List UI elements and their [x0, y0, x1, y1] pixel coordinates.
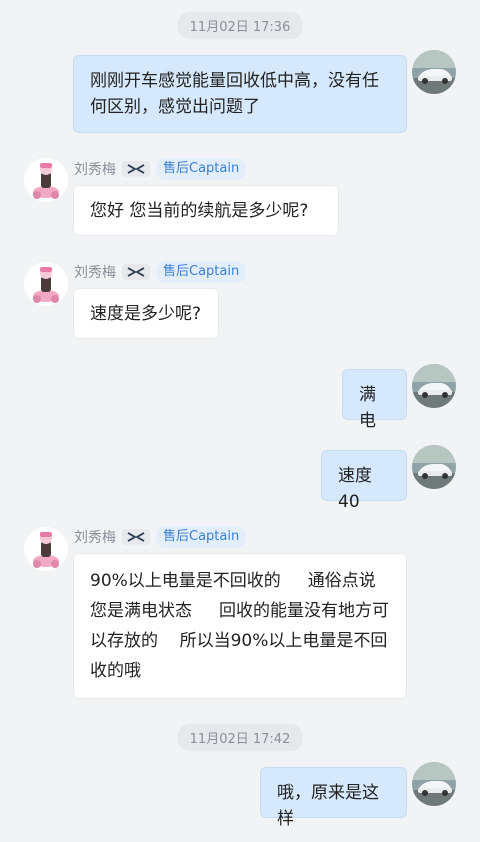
- timestamp: 11月02日 17:42: [177, 724, 303, 751]
- agent-sender-row: 刘秀梅 售后Captain: [74, 526, 247, 548]
- message-text: 您好 您当前的续航是多少呢?: [90, 201, 309, 221]
- agent-avatar[interactable]: [24, 527, 68, 571]
- agent-message-bubble[interactable]: 您好 您当前的续航是多少呢?: [73, 185, 339, 236]
- my-message-bubble[interactable]: 刚刚开车感觉能量回收低中高，没有任何区别，感觉出问题了: [73, 55, 407, 133]
- timestamp: 11月02日 17:36: [177, 12, 303, 39]
- my-message-bubble[interactable]: 哦，原来是这样: [260, 767, 407, 829]
- agent-avatar-icon: [24, 158, 68, 202]
- my-avatar[interactable]: [412, 364, 456, 408]
- x-brand-icon: [127, 532, 145, 542]
- message-text: 速度是多少呢?: [90, 304, 202, 324]
- car-photo-icon: [412, 50, 456, 94]
- brand-badge: [122, 264, 150, 280]
- message-text: 满电: [359, 385, 376, 431]
- agent-name: 刘秀梅: [74, 162, 116, 178]
- my-avatar[interactable]: [412, 762, 456, 806]
- role-badge: 售后Captain: [156, 526, 247, 548]
- agent-message-bubble[interactable]: 速度是多少呢?: [73, 288, 219, 339]
- role-badge: 售后Captain: [156, 158, 247, 180]
- brand-badge: [122, 529, 150, 545]
- x-brand-icon: [127, 267, 145, 277]
- agent-avatar[interactable]: [24, 262, 68, 306]
- agent-name: 刘秀梅: [74, 530, 116, 546]
- my-message-bubble[interactable]: 速度40: [321, 450, 407, 512]
- agent-message-bubble[interactable]: 90%以上电量是不回收的 通俗点说您是满电状态 回收的能量没有地方可以存放的 所…: [73, 553, 407, 699]
- agent-name: 刘秀梅: [74, 265, 116, 281]
- message-text: 刚刚开车感觉能量回收低中高，没有任何区别，感觉出问题了: [90, 71, 379, 117]
- my-avatar[interactable]: [412, 445, 456, 489]
- car-photo-icon: [412, 445, 456, 489]
- agent-sender-row: 刘秀梅 售后Captain: [74, 158, 247, 180]
- message-text: 90%以上电量是不回收的 通俗点说您是满电状态 回收的能量没有地方可以存放的 所…: [90, 571, 390, 681]
- my-message-bubble[interactable]: 满电: [342, 369, 407, 431]
- role-badge: 售后Captain: [156, 261, 247, 283]
- agent-sender-row: 刘秀梅 售后Captain: [74, 261, 247, 283]
- brand-badge: [122, 161, 150, 177]
- my-avatar[interactable]: [412, 50, 456, 94]
- car-photo-icon: [412, 364, 456, 408]
- agent-avatar[interactable]: [24, 158, 68, 202]
- agent-avatar-icon: [24, 527, 68, 571]
- message-text: 速度40: [338, 466, 372, 512]
- x-brand-icon: [127, 164, 145, 174]
- agent-avatar-icon: [24, 262, 68, 306]
- message-text: 哦，原来是这样: [277, 783, 379, 829]
- car-photo-icon: [412, 762, 456, 806]
